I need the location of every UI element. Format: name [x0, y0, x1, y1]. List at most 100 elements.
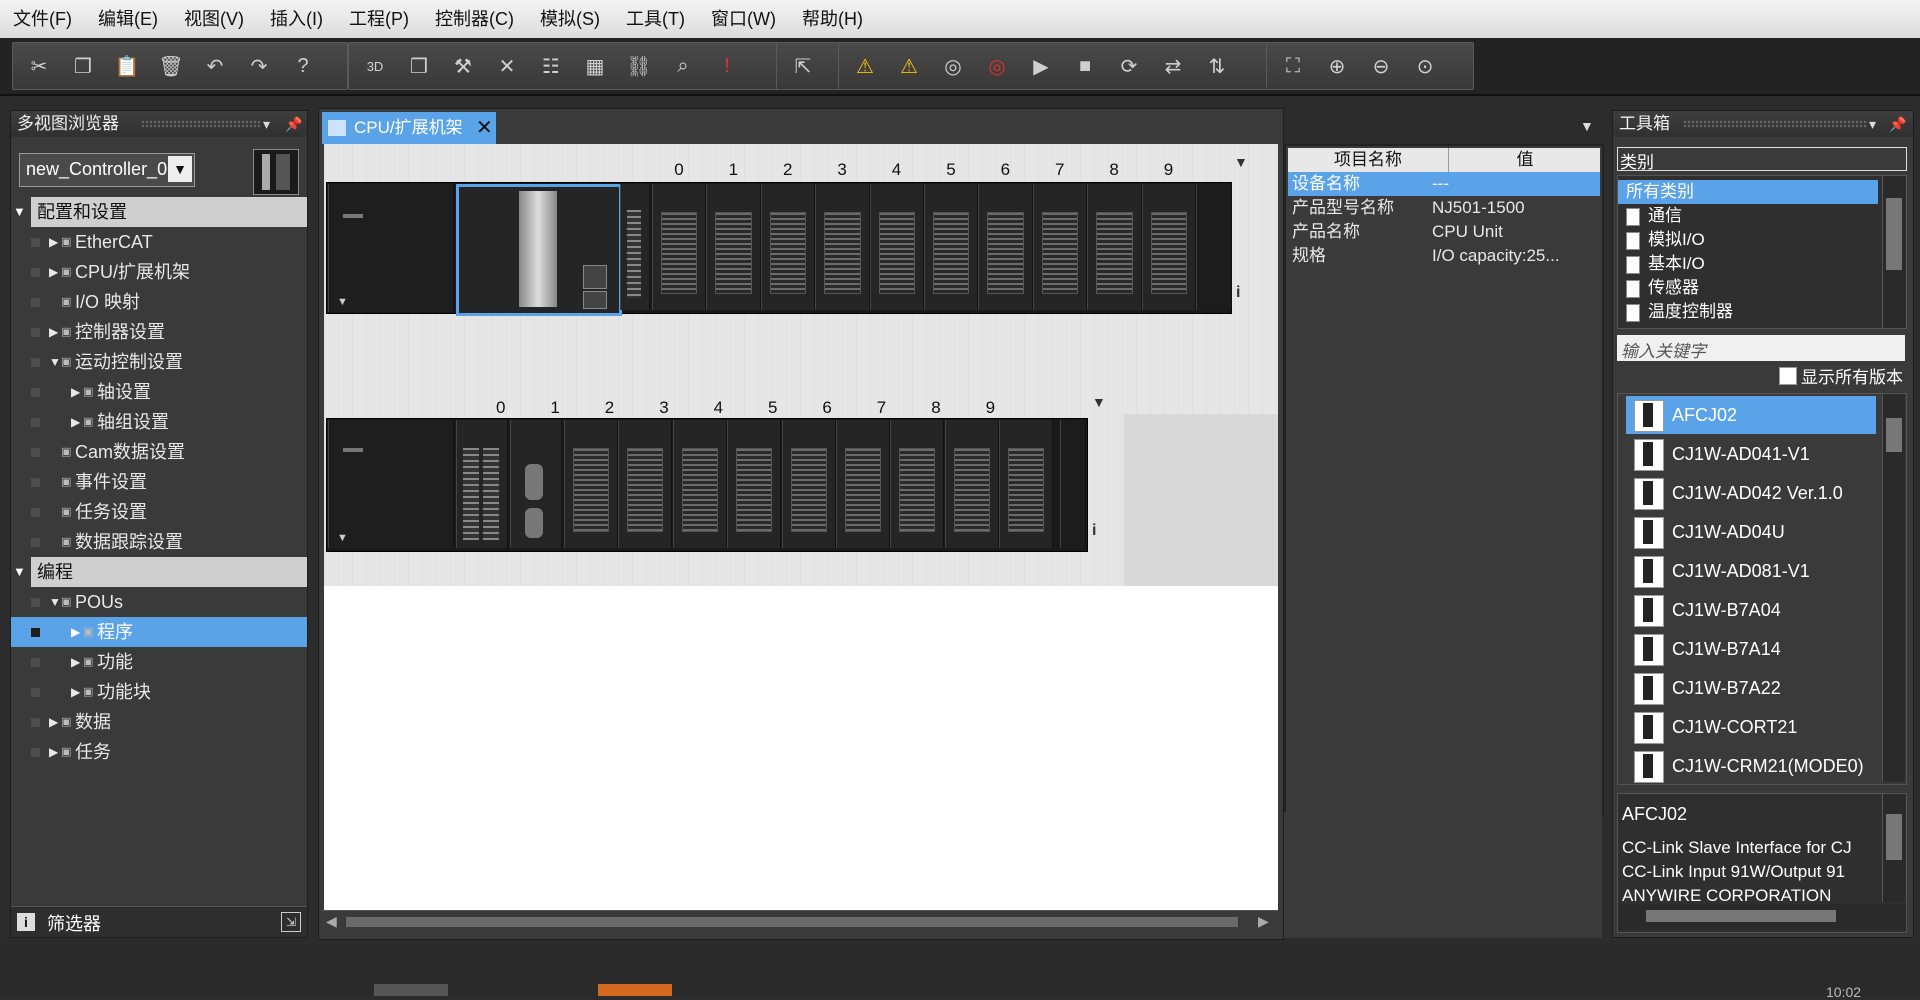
tree-item[interactable]: ▣ Cam数据设置	[11, 437, 307, 467]
property-row[interactable]: 产品型号名称 NJ501-1500	[1288, 196, 1600, 220]
copy-icon[interactable]: ❐	[63, 46, 103, 86]
tree-item[interactable]: ▶ ▣ 程序	[11, 617, 307, 647]
run-icon[interactable]: ▶	[1021, 46, 1061, 86]
tree-item[interactable]: ▣ 事件设置	[11, 467, 307, 497]
toolbox-item[interactable]: CJ1W-CRM21(MODE0)	[1626, 747, 1876, 785]
warning-icon[interactable]: ⚠	[845, 46, 885, 86]
tree-collapse-icon[interactable]: ▼	[13, 557, 26, 587]
fit-icon[interactable]: ⛶	[1273, 46, 1313, 86]
network-icon[interactable]: ⛓	[619, 46, 659, 86]
collapsed-icon[interactable]: ▶	[71, 377, 80, 407]
scroll-right-icon[interactable]: ▶	[1258, 913, 1269, 930]
collapsed-icon[interactable]: ▶	[49, 317, 58, 347]
property-row[interactable]: 设备名称 ---	[1288, 172, 1600, 196]
tree-section[interactable]: ▼ 编程	[13, 557, 307, 587]
category-list[interactable]: 所有类别 通信 模拟I/O 基本I/O 传感器 温度控制器	[1617, 175, 1907, 329]
io-unit-slot[interactable]	[890, 420, 945, 548]
io-unit-slot[interactable]	[978, 184, 1033, 310]
io-interface-unit[interactable]	[456, 420, 508, 548]
io-unit-slot[interactable]	[1032, 184, 1088, 310]
menu-item-7[interactable]: 工具(T)	[613, 0, 698, 38]
tab-dropdown-icon[interactable]: ▼	[1580, 118, 1594, 134]
io-unit-slot[interactable]	[999, 420, 1054, 548]
collapsed-icon[interactable]: ▶	[49, 257, 58, 287]
menu-item-6[interactable]: 模拟(S)	[527, 0, 613, 38]
close-icon[interactable]: ✕	[476, 112, 493, 144]
toolbox-item[interactable]: CJ1W-AD042 Ver.1.0	[1626, 474, 1876, 512]
io-unit-slot[interactable]	[1087, 184, 1142, 310]
ladder-icon[interactable]: ☷	[531, 46, 571, 86]
stop-icon[interactable]: ■	[1065, 46, 1105, 86]
io-unit-slot[interactable]	[924, 184, 979, 310]
toolbox-item[interactable]: CJ1W-B7A14	[1626, 630, 1876, 668]
keyword-search-box[interactable]: 输入关键字	[1617, 335, 1905, 361]
tree-item[interactable]: ▣ I/O 映射	[11, 287, 307, 317]
tree-item[interactable]: ▶ ▣ 轴组设置	[11, 407, 307, 437]
io-unit-slot[interactable]	[760, 184, 816, 310]
error-icon[interactable]: !	[707, 46, 747, 86]
tree-item[interactable]: ▶ ▣ 功能	[11, 647, 307, 677]
io-unit-slot[interactable]	[618, 420, 673, 548]
collapsed-icon[interactable]: ▶	[49, 707, 58, 737]
panel-menu-icon[interactable]: ▾	[1869, 111, 1876, 137]
scrollbar-thumb[interactable]	[346, 917, 1238, 927]
toolbox-item[interactable]: CJ1W-B7A22	[1626, 669, 1876, 707]
property-row[interactable]: 规格 I/O capacity:25...	[1288, 244, 1600, 268]
tree-item[interactable]: ▶ ▣ CPU/扩展机架	[11, 257, 307, 287]
filter-bar[interactable]: i 筛选器 ⇲	[11, 906, 307, 937]
description-scrollbar[interactable]	[1882, 794, 1905, 902]
serial-comm-unit[interactable]	[510, 420, 562, 548]
tab-cpu-rack[interactable]: CPU/扩展机架 ✕	[322, 112, 496, 144]
monitor-off-icon[interactable]: ◎	[977, 46, 1017, 86]
tree-item[interactable]: ▶ ▣ 任务	[11, 737, 307, 767]
pin-filter-icon[interactable]: ⇲	[281, 912, 301, 932]
cross-ref-icon[interactable]: ✕	[487, 46, 527, 86]
zoom-in-icon[interactable]: ⊕	[1317, 46, 1357, 86]
cpu-unit[interactable]	[456, 184, 622, 316]
chevron-down-icon[interactable]: ▼	[168, 156, 192, 182]
warning-off-icon[interactable]: ⚠	[889, 46, 929, 86]
io-unit-slot[interactable]	[727, 420, 782, 548]
binoculars-icon[interactable]: ⌕	[663, 46, 703, 86]
tree-item[interactable]: ▼ ▣ 运动控制设置	[11, 347, 307, 377]
toolbox-item[interactable]: CJ1W-AD081-V1	[1626, 552, 1876, 590]
menu-item-5[interactable]: 控制器(C)	[422, 0, 527, 38]
pin-icon[interactable]: 📌	[285, 111, 302, 137]
rack2-info-icon[interactable]: i	[1092, 522, 1096, 540]
sync-icon[interactable]: ⇄	[1153, 46, 1193, 86]
rack2-expand-icon[interactable]: ▼	[1092, 394, 1106, 410]
menu-item-1[interactable]: 编辑(E)	[85, 0, 171, 38]
window-icon[interactable]: ❒	[399, 46, 439, 86]
menu-item-2[interactable]: 视图(V)	[171, 0, 257, 38]
category-item[interactable]: 通信	[1618, 204, 1878, 228]
io-unit-slot[interactable]	[672, 420, 727, 548]
scroll-left-icon[interactable]: ◀	[326, 913, 337, 930]
toolbox-item[interactable]: AFCJ02	[1626, 396, 1876, 434]
paste-icon[interactable]: 📋	[107, 46, 147, 86]
build-icon[interactable]: ▦	[575, 46, 615, 86]
tree-item[interactable]: ▶ ▣ 数据	[11, 707, 307, 737]
3d-icon[interactable]: 3D	[355, 46, 395, 86]
toolbox-item[interactable]: CJ1W-AD04U	[1626, 513, 1876, 551]
menu-item-0[interactable]: 文件(F)	[0, 0, 85, 38]
pin-icon[interactable]: 📌	[1889, 111, 1906, 137]
transfer-icon[interactable]: ⇅	[1197, 46, 1237, 86]
menu-item-8[interactable]: 窗口(W)	[698, 0, 789, 38]
category-item[interactable]: 温度控制器	[1618, 300, 1878, 324]
delete-icon[interactable]: 🗑	[151, 46, 191, 86]
hammer-icon[interactable]: ⚒	[443, 46, 483, 86]
io-unit-slot[interactable]	[836, 420, 890, 548]
menu-item-4[interactable]: 工程(P)	[336, 0, 422, 38]
io-unit-slot[interactable]	[1141, 184, 1196, 310]
undo-icon[interactable]: ↶	[195, 46, 235, 86]
category-item[interactable]: 传感器	[1618, 276, 1878, 300]
horizontal-scrollbar[interactable]: ◀ ▶	[322, 910, 1278, 933]
taskbar-item-active[interactable]	[598, 984, 672, 996]
property-row[interactable]: 产品名称 CPU Unit	[1288, 220, 1600, 244]
toolbox-item-list[interactable]: AFCJ02 CJ1W-AD041-V1 CJ1W-AD042 Ver.1.0 CJ1…	[1617, 393, 1907, 785]
tree-item[interactable]: ▶ ▣ 控制器设置	[11, 317, 307, 347]
expanded-icon[interactable]: ▼	[49, 347, 61, 377]
monitor-icon[interactable]: ◎	[933, 46, 973, 86]
tree-item[interactable]: ▼ ▣ POUs	[11, 587, 307, 617]
category-item[interactable]: 基本I/O	[1618, 252, 1878, 276]
